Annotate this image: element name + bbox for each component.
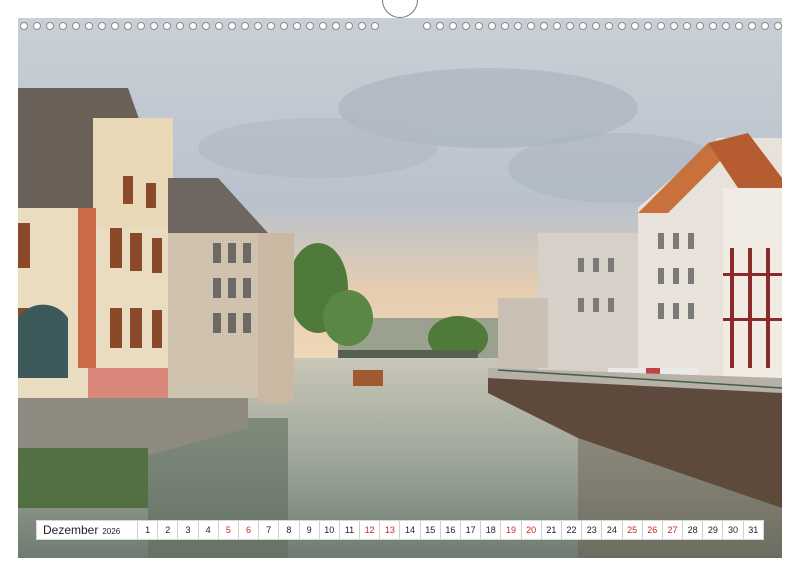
- day-cell: 3: [177, 521, 197, 539]
- binding-ring: [319, 22, 327, 30]
- binding-ring: [501, 22, 509, 30]
- day-list: 1 2 3 4 5 6 7 8 9 10 11 12 13 14 15 16 17 18 19 20 21 22 23 24 2…: [137, 521, 763, 539]
- day-cell: 19: [500, 521, 520, 539]
- binding-ring: [267, 22, 275, 30]
- day-cell: 2: [157, 521, 177, 539]
- binding-ring: [605, 22, 613, 30]
- day-cell: 28: [682, 521, 702, 539]
- binding-ring: [254, 22, 262, 30]
- calendar-photo: [18, 18, 782, 558]
- day-cell: 6: [237, 521, 258, 539]
- binding-ring: [696, 22, 704, 30]
- binding-ring: [579, 22, 587, 30]
- binding-ring: [631, 22, 639, 30]
- day-cell: 8: [278, 521, 298, 539]
- binding-ring: [176, 22, 184, 30]
- day-cell: 18: [480, 521, 500, 539]
- month-year: 2026: [102, 527, 121, 536]
- binding-ring: [683, 22, 691, 30]
- day-cell: 13: [379, 521, 399, 539]
- day-cell: 27: [661, 521, 682, 539]
- binding-ring: [527, 22, 535, 30]
- binding-ring: [709, 22, 717, 30]
- binding-ring: [332, 22, 340, 30]
- day-cell: 22: [560, 521, 581, 539]
- month-name: Dezember: [43, 523, 99, 537]
- binding-ring: [189, 22, 197, 30]
- binding-ring: [72, 22, 80, 30]
- day-cell: 11: [338, 521, 359, 539]
- binding-ring: [202, 22, 210, 30]
- binding-ring: [644, 22, 652, 30]
- binding-ring: [137, 22, 145, 30]
- day-cell: 31: [742, 521, 763, 539]
- binding-ring: [228, 22, 236, 30]
- day-cell: 10: [318, 521, 339, 539]
- binding-ring: [59, 22, 67, 30]
- binding-ring: [124, 22, 132, 30]
- day-cell: 25: [621, 521, 642, 539]
- binding-ring: [657, 22, 665, 30]
- binding-ring: [241, 22, 249, 30]
- day-cell: 15: [419, 521, 440, 539]
- binding-ring: [735, 22, 743, 30]
- day-cell: 14: [399, 521, 419, 539]
- day-cell: 17: [460, 521, 480, 539]
- day-cell: 21: [540, 521, 561, 539]
- binding-ring: [462, 22, 470, 30]
- day-cell: 20: [520, 521, 541, 539]
- binding-ring: [358, 22, 366, 30]
- hanger-hole: [382, 0, 418, 18]
- day-cell: 26: [641, 521, 662, 539]
- day-cell: 30: [722, 521, 742, 539]
- binding-ring: [20, 22, 28, 30]
- binding-ring: [98, 22, 106, 30]
- binding-ring: [722, 22, 730, 30]
- binding-ring: [163, 22, 171, 30]
- binding-ring: [592, 22, 600, 30]
- day-cell: 16: [439, 521, 460, 539]
- binding-ring: [449, 22, 457, 30]
- day-cell: 29: [702, 521, 722, 539]
- binding-ring: [436, 22, 444, 30]
- binding-ring: [475, 22, 483, 30]
- binding-ring: [553, 22, 561, 30]
- binding-ring: [306, 22, 314, 30]
- day-cell: 9: [298, 521, 319, 539]
- binding-ring: [215, 22, 223, 30]
- binding-ring: [774, 22, 782, 30]
- binding-ring: [150, 22, 158, 30]
- binding-ring: [618, 22, 626, 30]
- binding-ring: [46, 22, 54, 30]
- day-cell: 4: [197, 521, 218, 539]
- binding-ring: [293, 22, 301, 30]
- canal-scene: [18, 18, 782, 558]
- binding-ring: [566, 22, 574, 30]
- binding-ring: [488, 22, 496, 30]
- binding-ring: [748, 22, 756, 30]
- binding-ring: [345, 22, 353, 30]
- binding-ring: [540, 22, 548, 30]
- calendar-strip: Dezember 2026 1 2 3 4 5 6 7 8 9 10 11 12 13 14 15 16 17 1…: [36, 520, 764, 540]
- binding-ring: [111, 22, 119, 30]
- spiral-binding: [18, 18, 782, 38]
- day-cell: 23: [581, 521, 601, 539]
- binding-ring: [514, 22, 522, 30]
- day-cell: 24: [601, 521, 621, 539]
- binding-ring: [33, 22, 41, 30]
- day-cell: 7: [258, 521, 278, 539]
- binding-ring: [423, 22, 431, 30]
- binding-ring: [85, 22, 93, 30]
- day-cell: 5: [217, 521, 238, 539]
- day-cell: 1: [137, 521, 157, 539]
- month-label: Dezember 2026: [37, 523, 137, 537]
- binding-ring: [280, 22, 288, 30]
- binding-ring: [761, 22, 769, 30]
- binding-ring: [371, 22, 379, 30]
- day-cell: 12: [359, 521, 379, 539]
- binding-ring: [670, 22, 678, 30]
